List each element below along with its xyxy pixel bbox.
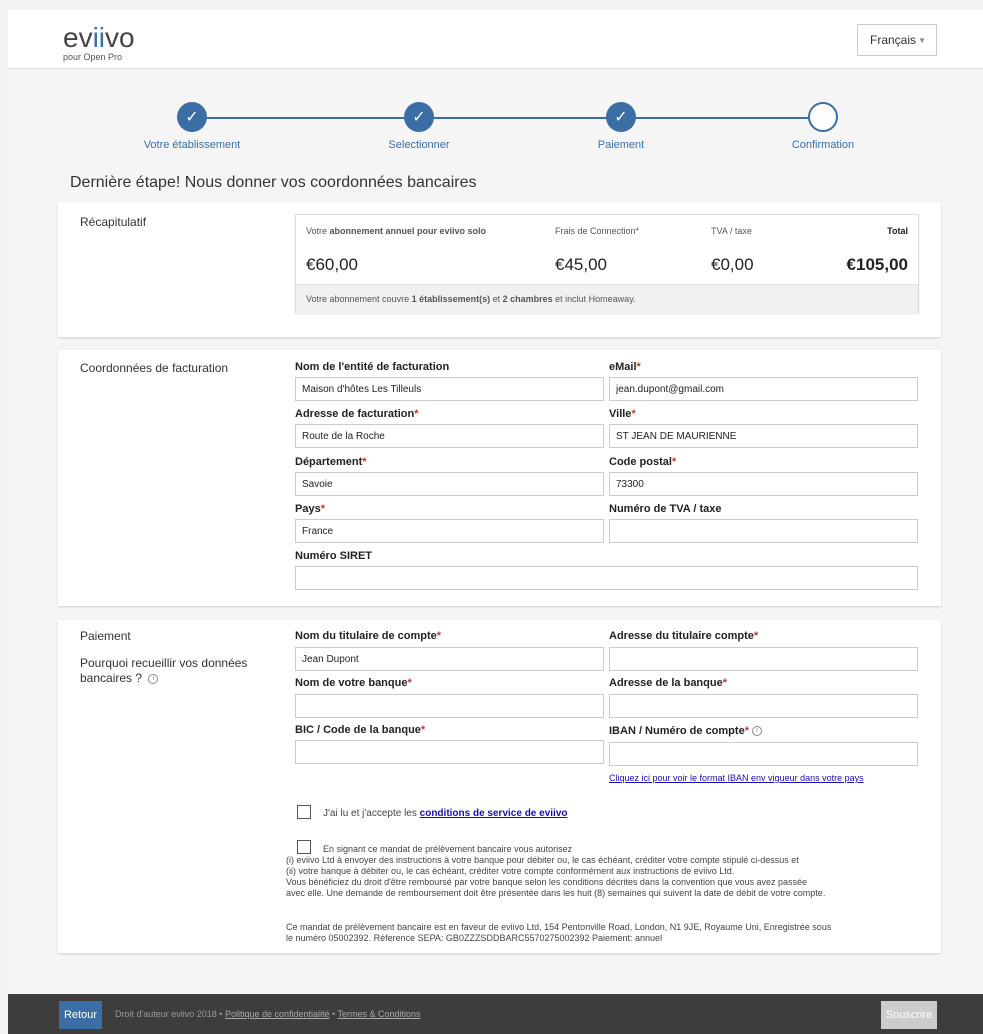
copyright-text: Droit d'auteur eviivo 2018 • Politique d…: [115, 1009, 421, 1019]
subscription-coverage: Votre abonnement couvre 1 établissement(…: [296, 284, 918, 313]
total-label: Total: [887, 226, 908, 236]
city-input[interactable]: [609, 424, 918, 448]
billing-address-label: Adresse de facturation*: [295, 408, 419, 420]
holder-address-label: Adresse du titulaire compte*: [609, 630, 759, 642]
eviivo-logo: eviivo: [63, 22, 135, 53]
billing-card: Coordonnées de facturation Nom de l'enti…: [58, 350, 941, 606]
payment-section-title: Paiement: [80, 629, 131, 643]
chevron-down-icon: ▼: [918, 36, 926, 45]
step-label: Paiement: [597, 139, 645, 151]
account-holder-input[interactable]: [295, 647, 604, 671]
bank-name-input[interactable]: [295, 694, 604, 718]
holder-address-input[interactable]: [609, 647, 918, 671]
iban-input[interactable]: [609, 742, 918, 766]
language-select[interactable]: Français ▼: [857, 24, 937, 56]
country-label: Pays*: [295, 503, 325, 515]
vat-label: Numéro de TVA / taxe: [609, 503, 722, 515]
step-selectionner: ✓ Selectionner: [329, 98, 509, 151]
mandate-sepa-info: Ce mandat de prélèvement bancaire est en…: [286, 922, 832, 943]
current-step-circle: [808, 102, 838, 132]
page-title: Dernière étape! Nous donner vos coordonn…: [70, 174, 477, 191]
payment-card: Paiement Pourquoi recueillir vos données…: [58, 620, 941, 953]
tax-label: TVA / taxe: [711, 226, 752, 236]
subscribe-button[interactable]: Souscrire: [881, 1001, 937, 1029]
email-input[interactable]: [609, 377, 918, 401]
language-value: Français: [870, 33, 917, 47]
iban-format-link[interactable]: Cliquez ici pour voir le format IBAN env…: [609, 773, 864, 784]
logo-subtitle: pour Open Pro: [63, 52, 123, 62]
department-label: Département*: [295, 456, 367, 468]
billing-section-title: Coordonnées de facturation: [80, 361, 229, 375]
billing-address-input[interactable]: [295, 424, 604, 448]
step-label: Confirmation: [791, 139, 855, 151]
iban-label: IBAN / Numéro de compte* i: [609, 725, 762, 737]
step-votre-etablissement: ✓ Votre établissement: [102, 98, 282, 151]
info-icon[interactable]: i: [751, 726, 762, 737]
summary-card: Récapitulatif Votre abonnement annuel po…: [58, 202, 941, 337]
step-label: Votre établissement: [143, 139, 241, 151]
bank-address-label: Adresse de la banque*: [609, 677, 727, 689]
account-holder-label: Nom du titulaire de compte*: [295, 630, 442, 642]
progress-stepper: ✓ Votre établissement ✓ Selectionner ✓ P…: [0, 98, 983, 158]
department-input[interactable]: [295, 472, 604, 496]
plan-value: €60,00: [306, 255, 358, 274]
summary-section-title: Récapitulatif: [80, 215, 147, 229]
why-bank-details[interactable]: Pourquoi recueillir vos données bancaire…: [80, 656, 260, 686]
tax-value: €0,00: [711, 255, 754, 274]
check-icon: ✓: [404, 102, 434, 132]
postal-code-label: Code postal*: [609, 456, 677, 468]
city-label: Ville*: [609, 408, 636, 420]
total-value: €105,00: [846, 255, 908, 274]
terms-text: J'ai lu et j'accepte les conditions de s…: [323, 808, 568, 819]
check-icon: ✓: [177, 102, 207, 132]
bic-label: BIC / Code de la banque*: [295, 724, 426, 736]
siret-label: Numéro SIRET: [295, 550, 373, 562]
top-header: eviivo pour Open Pro Français ▼: [8, 10, 983, 69]
back-button[interactable]: Retour: [59, 1001, 102, 1029]
privacy-link[interactable]: Politique de confidentialité: [225, 1009, 330, 1019]
terms-checkbox[interactable]: [297, 805, 311, 819]
info-icon[interactable]: i: [148, 673, 159, 684]
terms-conditions-link[interactable]: Termes & Conditions: [338, 1009, 421, 1019]
mandate-checkbox[interactable]: [297, 840, 311, 854]
mandate-heading: En signant ce mandat de prélèvement banc…: [323, 844, 573, 854]
connection-fee-value: €45,00: [555, 255, 607, 274]
bank-name-label: Nom de votre banque*: [295, 677, 412, 689]
plan-label: Votre abonnement annuel pour eviivo solo: [306, 226, 487, 236]
siret-input[interactable]: [295, 566, 918, 590]
mandate-text: (i) eviivo Ltd à envoyer des instruction…: [286, 855, 826, 898]
entity-input[interactable]: [295, 377, 604, 401]
check-icon: ✓: [606, 102, 636, 132]
bic-input[interactable]: [295, 740, 604, 764]
entity-label: Nom de l'entité de facturation: [295, 361, 450, 373]
email-label: eMail*: [609, 361, 641, 373]
summary-box: Votre abonnement annuel pour eviivo solo…: [295, 214, 919, 313]
connection-fee-label: Frais de Connection*: [555, 226, 640, 236]
footer-bar: Retour Droit d'auteur eviivo 2018 • Poli…: [8, 994, 983, 1034]
bank-address-input[interactable]: [609, 694, 918, 718]
vat-input[interactable]: [609, 519, 918, 543]
country-input[interactable]: [295, 519, 604, 543]
terms-link[interactable]: conditions de service de eviivo: [420, 808, 568, 819]
step-paiement: ✓ Paiement: [531, 98, 711, 151]
postal-code-input[interactable]: [609, 472, 918, 496]
step-confirmation: Confirmation: [733, 98, 913, 151]
step-label: Selectionner: [388, 139, 450, 151]
